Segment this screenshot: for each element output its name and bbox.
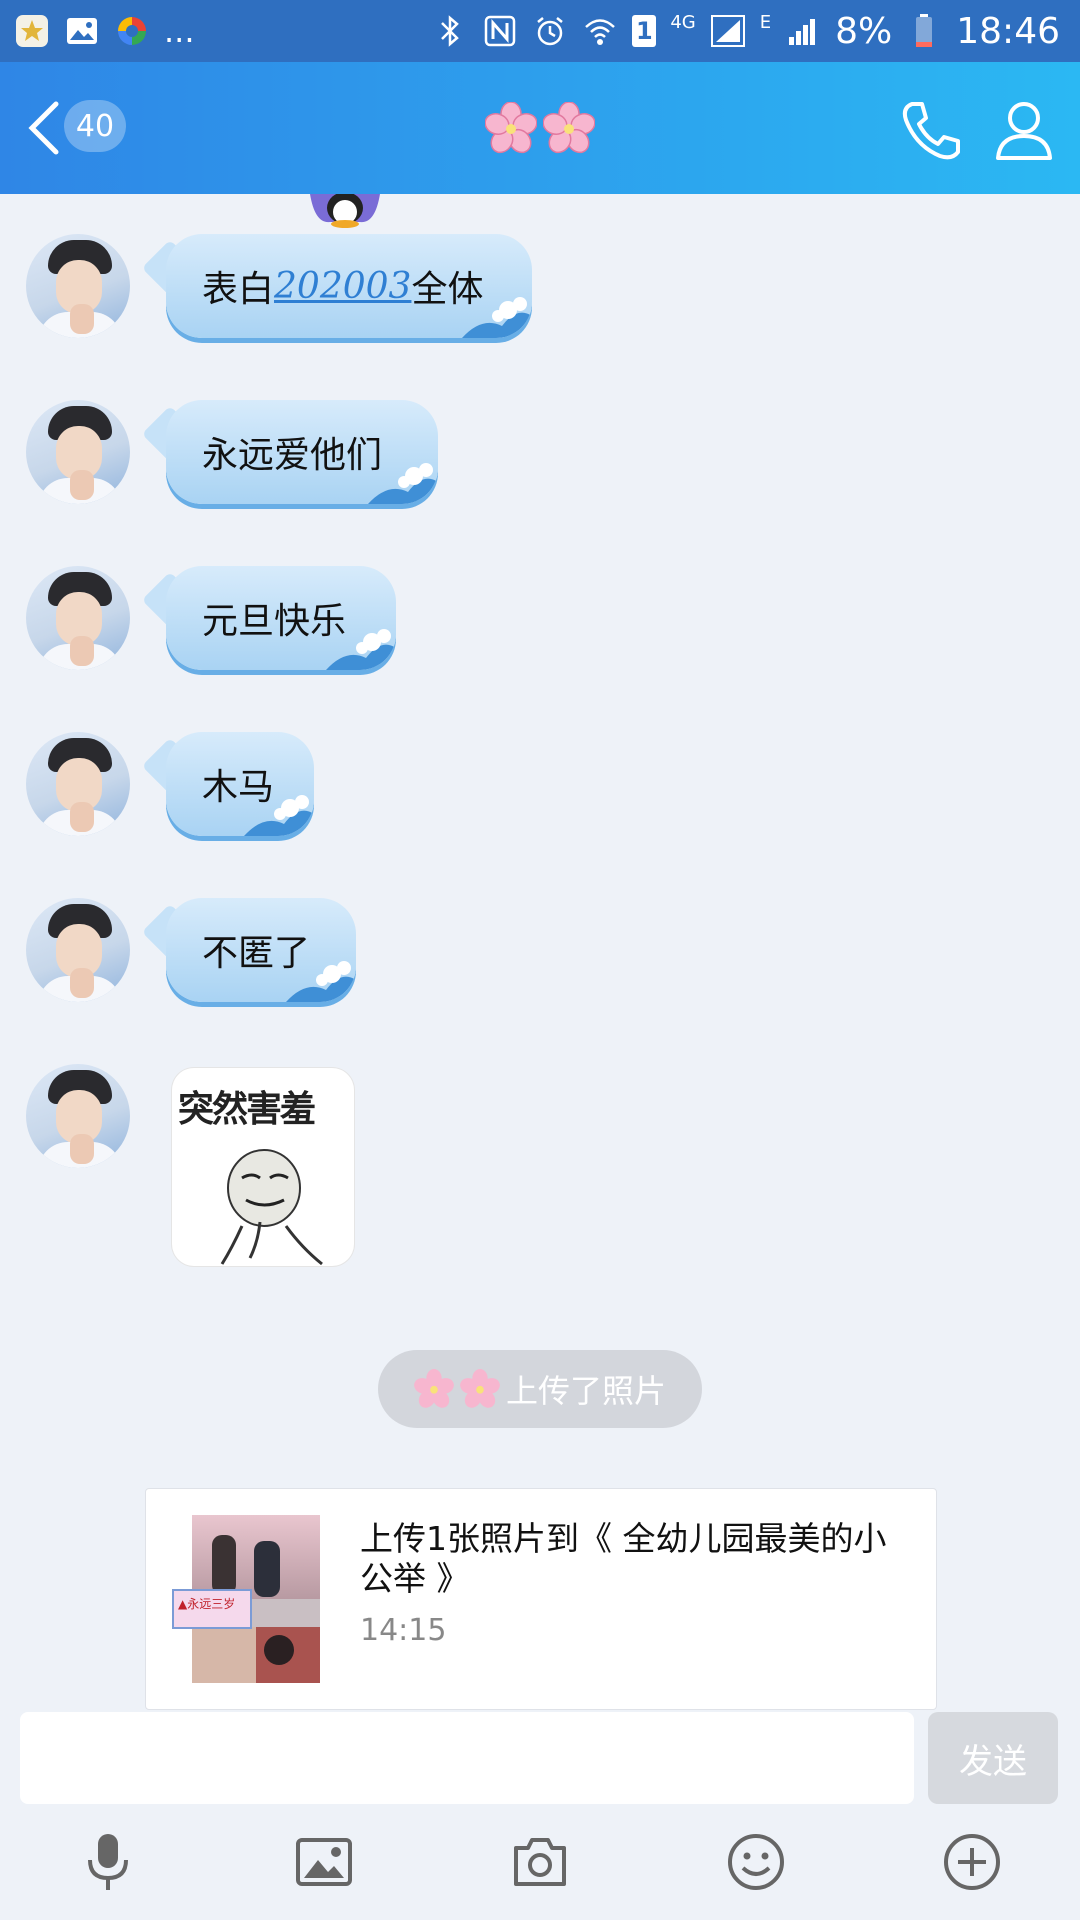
wifi-icon [582, 13, 618, 49]
image-icon[interactable] [294, 1832, 354, 1892]
avatar[interactable] [26, 1064, 130, 1168]
photo-upload-card[interactable]: ▲永远三岁 上传1张照片到《 全幼儿园最美的小公举 》 14:15 [145, 1488, 937, 1710]
chat-header: 40 [0, 62, 1080, 194]
status-bar: ... 1 4G E 8% 18:46 [0, 0, 1080, 62]
send-button[interactable]: 发送 [928, 1712, 1058, 1804]
upload-card-title: 上传1张照片到《 全幼儿园最美的小公举 》 [360, 1519, 887, 1598]
clock: 18:46 [956, 10, 1060, 52]
message-input[interactable] [20, 1712, 914, 1804]
wave-decoration-icon [244, 795, 314, 836]
avatar[interactable] [26, 898, 130, 1002]
profile-icon[interactable] [988, 94, 1060, 166]
system-notice-text: 上传了照片 [505, 1372, 666, 1410]
sticker-caption: 突然害羞 [178, 1089, 316, 1130]
wave-decoration-icon [462, 297, 532, 338]
gallery-icon [64, 13, 100, 49]
message-bubble[interactable]: 永远爱他们 [166, 400, 438, 504]
battery-percent: 8% [835, 10, 893, 52]
avatar[interactable] [26, 400, 130, 504]
alarm-icon [532, 13, 568, 49]
nfc-icon [482, 13, 518, 49]
more-notifications: ... [164, 12, 195, 50]
phone-icon[interactable] [894, 94, 966, 166]
signal-icon [710, 13, 746, 49]
wave-decoration-icon [368, 463, 438, 504]
message-text: 表白 202003 全体 [202, 265, 484, 311]
cherry-blossom-icon [460, 1369, 500, 1408]
message-bubble[interactable]: 不匿了 [166, 898, 356, 1002]
star-app-icon [14, 13, 50, 49]
message-bubble[interactable]: 木马 [166, 732, 314, 836]
network-e-label: E [759, 12, 772, 33]
cherry-blossom-icon [414, 1369, 454, 1408]
avatar[interactable] [26, 732, 130, 836]
message-bubble[interactable]: 表白 202003 全体 [166, 234, 532, 338]
avatar[interactable] [26, 234, 130, 338]
microphone-icon[interactable] [78, 1832, 138, 1892]
message-text: 永远爱他们 [202, 435, 383, 476]
avatar[interactable] [26, 566, 130, 670]
cherry-blossom-icon [543, 102, 595, 154]
upload-card-time: 14:15 [360, 1613, 447, 1648]
signal-icon [785, 13, 821, 49]
system-notice: 上传了照片 [378, 1350, 702, 1428]
cherry-blossom-icon [485, 102, 537, 154]
meme-face-icon [220, 1149, 323, 1266]
message-link[interactable]: 202003 [274, 266, 411, 307]
thumbnail-label: ▲永远三岁 [172, 1589, 252, 1629]
message-bubble[interactable]: 元旦快乐 [166, 566, 396, 670]
penguin-sticker [310, 194, 380, 228]
plus-icon[interactable] [942, 1832, 1002, 1892]
chat-title [420, 92, 660, 164]
network-4g-label: 4G [670, 12, 696, 33]
message-text: 元旦快乐 [202, 601, 347, 642]
unread-count-badge[interactable]: 40 [64, 100, 126, 152]
bluetooth-icon [432, 13, 468, 49]
wave-decoration-icon [326, 629, 396, 670]
camera-icon[interactable] [510, 1832, 570, 1892]
emoji-icon[interactable] [726, 1832, 786, 1892]
sticker-message[interactable]: 突然害羞 [172, 1068, 354, 1266]
wave-decoration-icon [286, 961, 356, 1002]
colorful-app-icon [114, 13, 150, 49]
sim-slot-indicator: 1 [632, 15, 657, 47]
battery-icon [906, 13, 942, 49]
